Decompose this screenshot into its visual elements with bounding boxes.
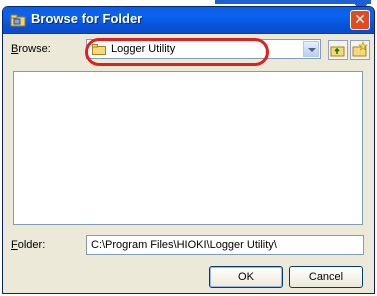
folder-label-text: older: (17, 239, 46, 251)
ok-button[interactable]: OK (209, 266, 283, 288)
cancel-button[interactable]: Cancel (289, 266, 363, 288)
up-one-level-icon (330, 46, 345, 57)
folder-tree-view[interactable] (13, 71, 363, 225)
browse-label: Browse: (11, 43, 51, 55)
highlight-strip (215, 0, 371, 4)
highlight-ring (85, 38, 269, 66)
up-one-level-button[interactable] (328, 40, 348, 60)
folder-label-mnemonic: F (11, 239, 18, 251)
title-bar[interactable]: Browse for Folder ✕ (3, 7, 374, 34)
close-icon: ✕ (354, 12, 366, 28)
folder-label: Folder: (11, 239, 45, 251)
dialog-title: Browse for Folder (31, 11, 143, 26)
browse-label-text: rowse: (18, 43, 51, 55)
close-button[interactable]: ✕ (350, 10, 370, 30)
new-folder-button[interactable] (350, 40, 370, 60)
folder-path-field[interactable]: C:\Program Files\HIOKI\Logger Utility\ (86, 235, 364, 255)
dialog-folder-icon (10, 14, 26, 27)
chevron-down-icon[interactable] (303, 41, 319, 57)
browse-for-folder-dialog: Browse for Folder ✕ Browse: Logger Utili… (2, 6, 375, 294)
screenshot-frame: Browse for Folder ✕ Browse: Logger Utili… (0, 0, 377, 296)
create-new-folder-icon (352, 41, 368, 57)
